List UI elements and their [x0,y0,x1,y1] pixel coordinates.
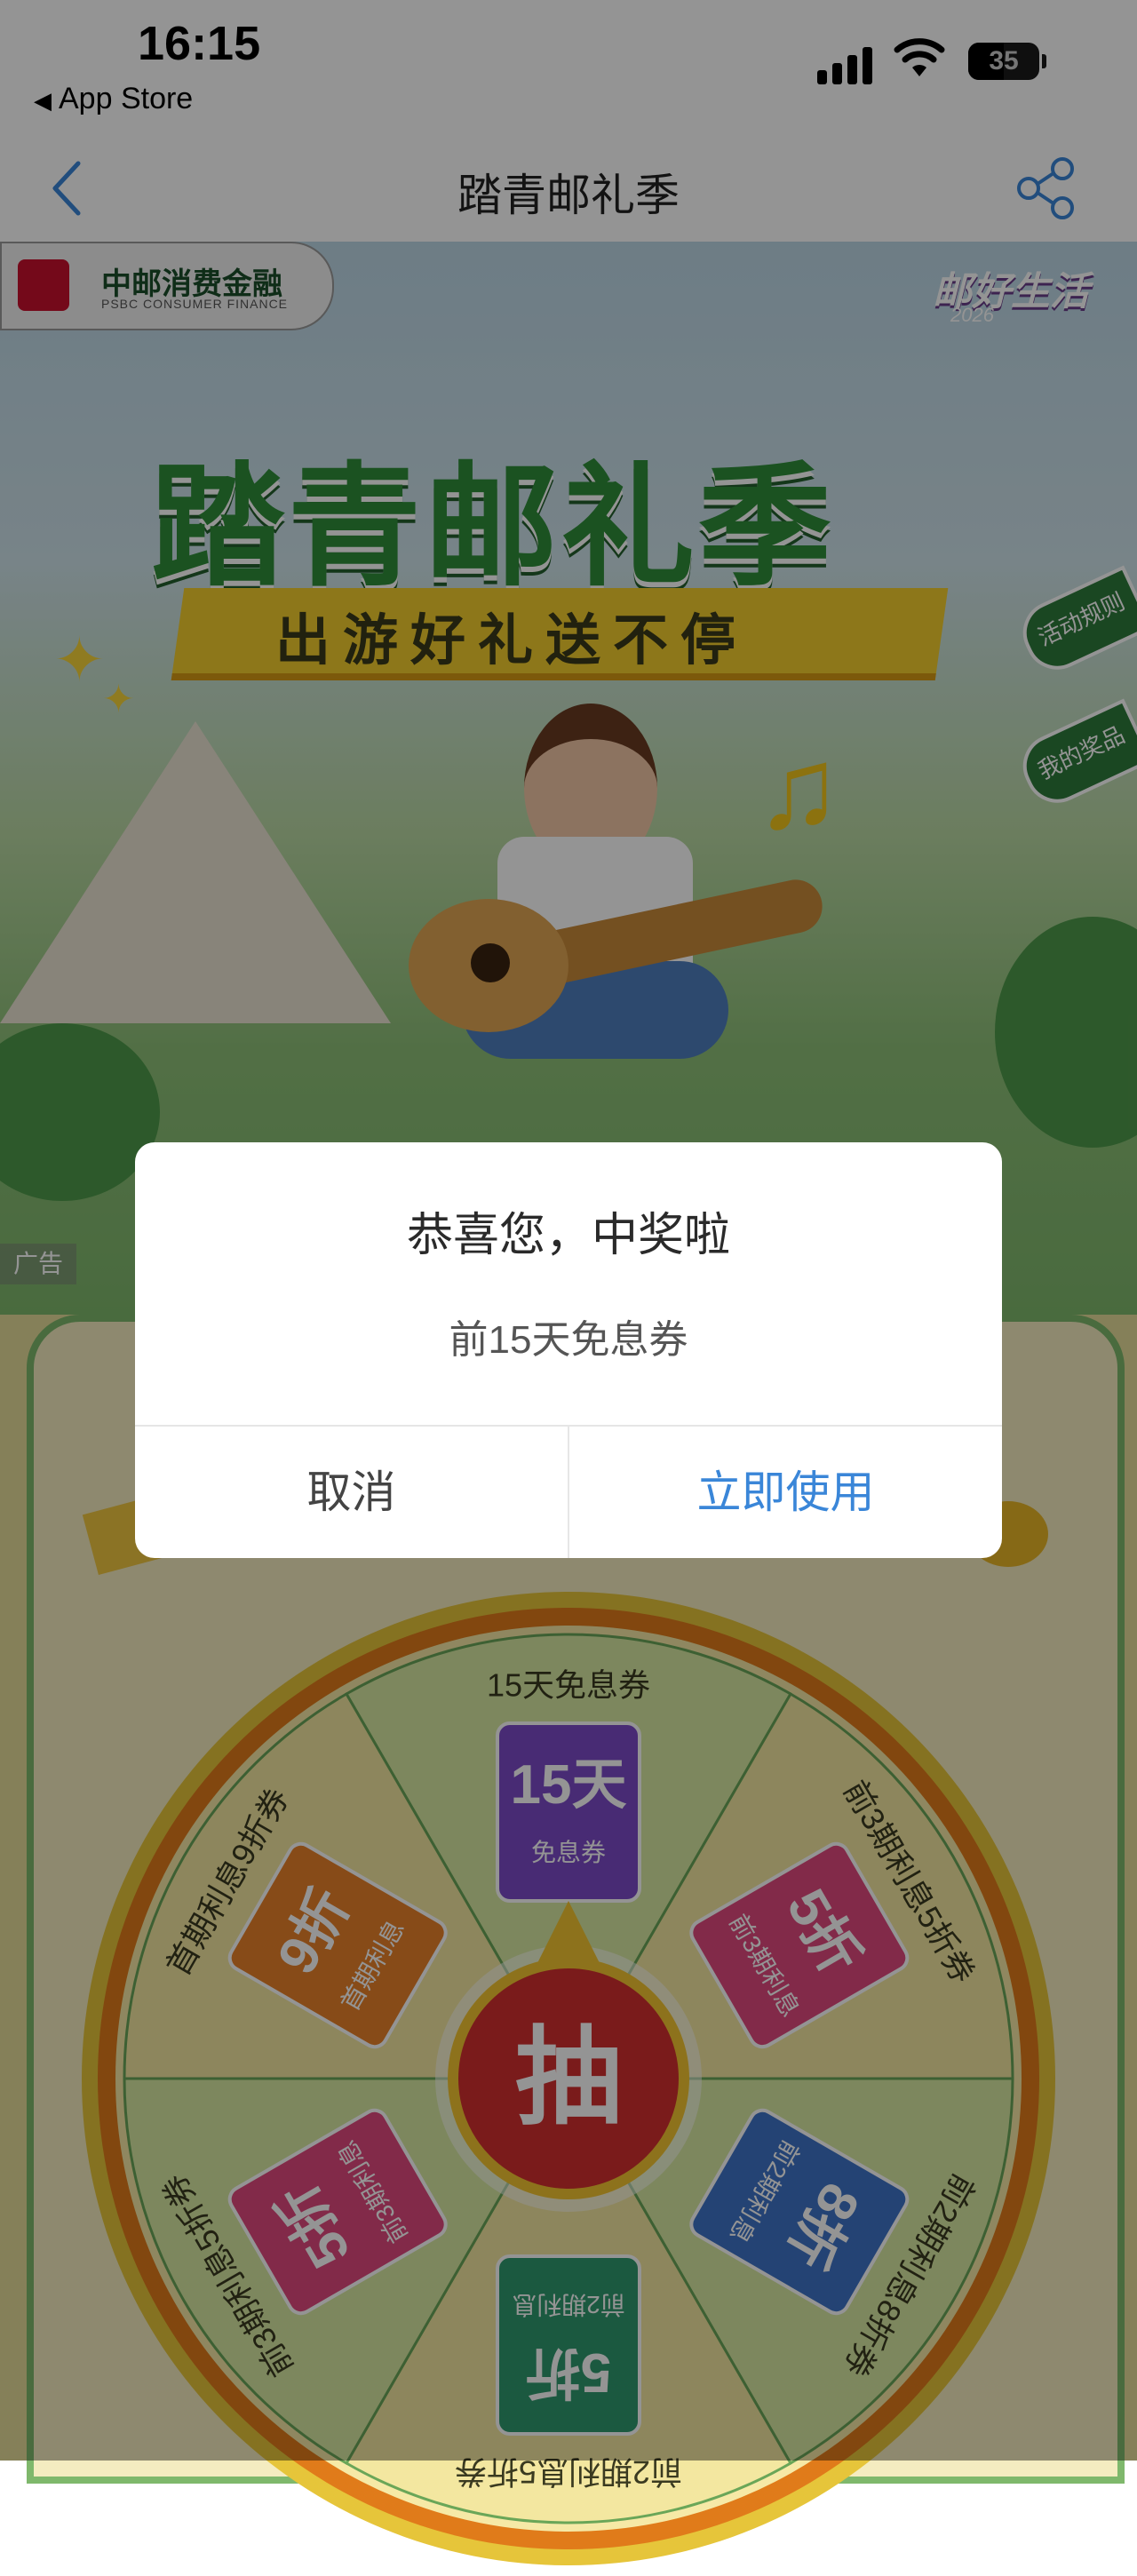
cancel-button[interactable]: 取消 [135,1427,568,1558]
prize-dialog: 恭喜您，中奖啦 前15天免息券 取消 立即使用 [135,1142,1002,1558]
dialog-message: 前15天免息券 [449,1318,688,1362]
dialog-title: 恭喜您，中奖啦 [406,1210,730,1261]
use-now-button[interactable]: 立即使用 [569,1427,1002,1558]
